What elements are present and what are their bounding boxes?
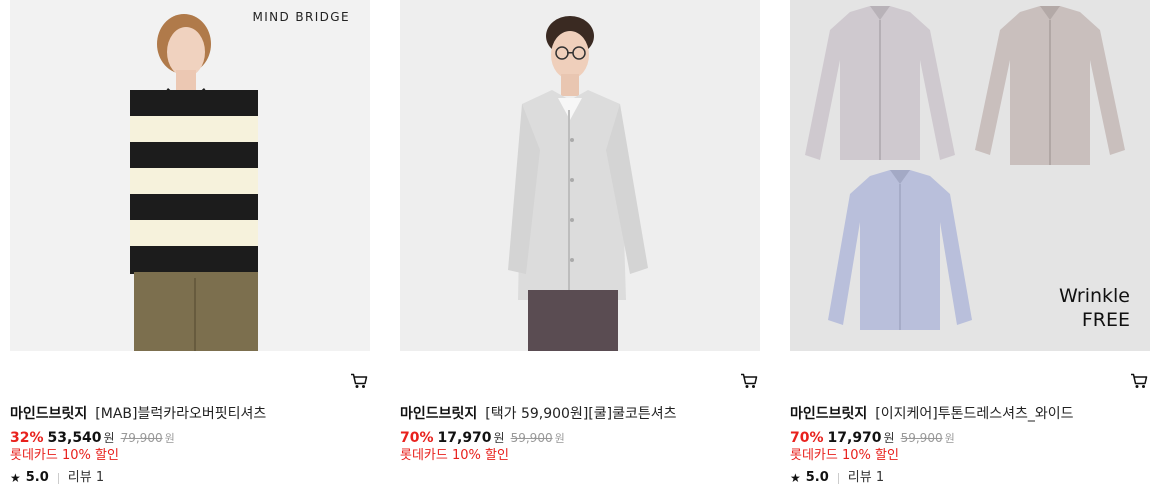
sale-price: 53,540: [47, 430, 102, 446]
divider: [57, 472, 59, 484]
card-promo: 롯데카드 10% 할인: [790, 448, 899, 463]
sale-price: 17,970: [437, 430, 492, 446]
cart-icon[interactable]: [740, 373, 758, 389]
review-count[interactable]: 리뷰 1: [848, 469, 884, 487]
review-count[interactable]: 리뷰 1: [68, 469, 104, 487]
rating-score: 5.0: [25, 470, 49, 485]
currency-unit: 원: [493, 431, 505, 445]
star-icon: ★: [790, 471, 801, 485]
currency-unit: 원: [883, 431, 895, 445]
brand-watermark: MIND BRIDGE: [252, 10, 350, 24]
product-image[interactable]: MIND BRIDGE: [10, 0, 370, 351]
brand-name: 마인드브릿지: [400, 406, 478, 422]
product-image[interactable]: [400, 0, 760, 351]
rating-row: ★ 5.0 리뷰 1: [10, 469, 104, 487]
rating-score: 5.0: [805, 470, 829, 485]
cart-icon[interactable]: [350, 373, 368, 389]
overlay-line-1: Wrinkle: [1058, 285, 1130, 307]
brand-name: 마인드브릿지: [790, 406, 868, 422]
price-row: 32% 53,540 원 79,900 원: [10, 429, 175, 447]
discount-rate: 70%: [790, 430, 824, 446]
cart-icon[interactable]: [1130, 373, 1148, 389]
product-card[interactable]: MIND BRIDGE 마인드브릿지 [MAB]블럭카라오버핏티셔츠 32% 53,…: [10, 0, 370, 489]
original-price: 59,900: [510, 431, 553, 445]
card-promo: 롯데카드 10% 할인: [400, 448, 509, 463]
image-overlay-text: Wrinkle FREE: [1059, 284, 1130, 332]
product-card[interactable]: 마인드브릿지 [택가 59,900원][쿨]쿨코튼셔츠 70% 17,970 원 59,…: [400, 0, 760, 489]
divider: [837, 472, 839, 484]
original-currency-unit: 원: [554, 432, 565, 445]
card-promo: 롯데카드 10% 할인: [10, 448, 119, 463]
original-price: 79,900: [120, 431, 163, 445]
brand-name: 마인드브릿지: [10, 406, 88, 422]
price-row: 70% 17,970 원 59,900 원: [400, 429, 565, 447]
discount-rate: 32%: [10, 430, 44, 446]
star-icon: ★: [10, 471, 21, 485]
original-currency-unit: 원: [944, 432, 955, 445]
product-name[interactable]: 마인드브릿지 [택가 59,900원][쿨]쿨코튼셔츠: [400, 404, 740, 424]
original-price: 59,900: [900, 431, 943, 445]
product-image[interactable]: Wrinkle FREE: [790, 0, 1150, 351]
product-name[interactable]: 마인드브릿지 [MAB]블럭카라오버핏티셔츠: [10, 404, 350, 424]
product-title: [택가 59,900원][쿨]쿨코튼셔츠: [485, 406, 677, 422]
product-title: [MAB]블럭카라오버핏티셔츠: [95, 406, 267, 422]
rating-row: ★ 5.0 리뷰 1: [790, 469, 884, 487]
currency-unit: 원: [103, 431, 115, 445]
overlay-line-2: FREE: [1081, 309, 1130, 331]
product-grid: MIND BRIDGE 마인드브릿지 [MAB]블럭카라오버핏티셔츠 32% 53,…: [0, 0, 1162, 489]
product-name[interactable]: 마인드브릿지 [이지케어]투톤드레스셔츠_와이드: [790, 404, 1130, 424]
sale-price: 17,970: [827, 430, 882, 446]
price-row: 70% 17,970 원 59,900 원: [790, 429, 955, 447]
product-title: [이지케어]투톤드레스셔츠_와이드: [875, 406, 1074, 422]
original-currency-unit: 원: [164, 432, 175, 445]
discount-rate: 70%: [400, 430, 434, 446]
product-card[interactable]: Wrinkle FREE 마인드브릿지 [이지케어]투톤드레스셔츠_와이드 70%…: [790, 0, 1150, 489]
